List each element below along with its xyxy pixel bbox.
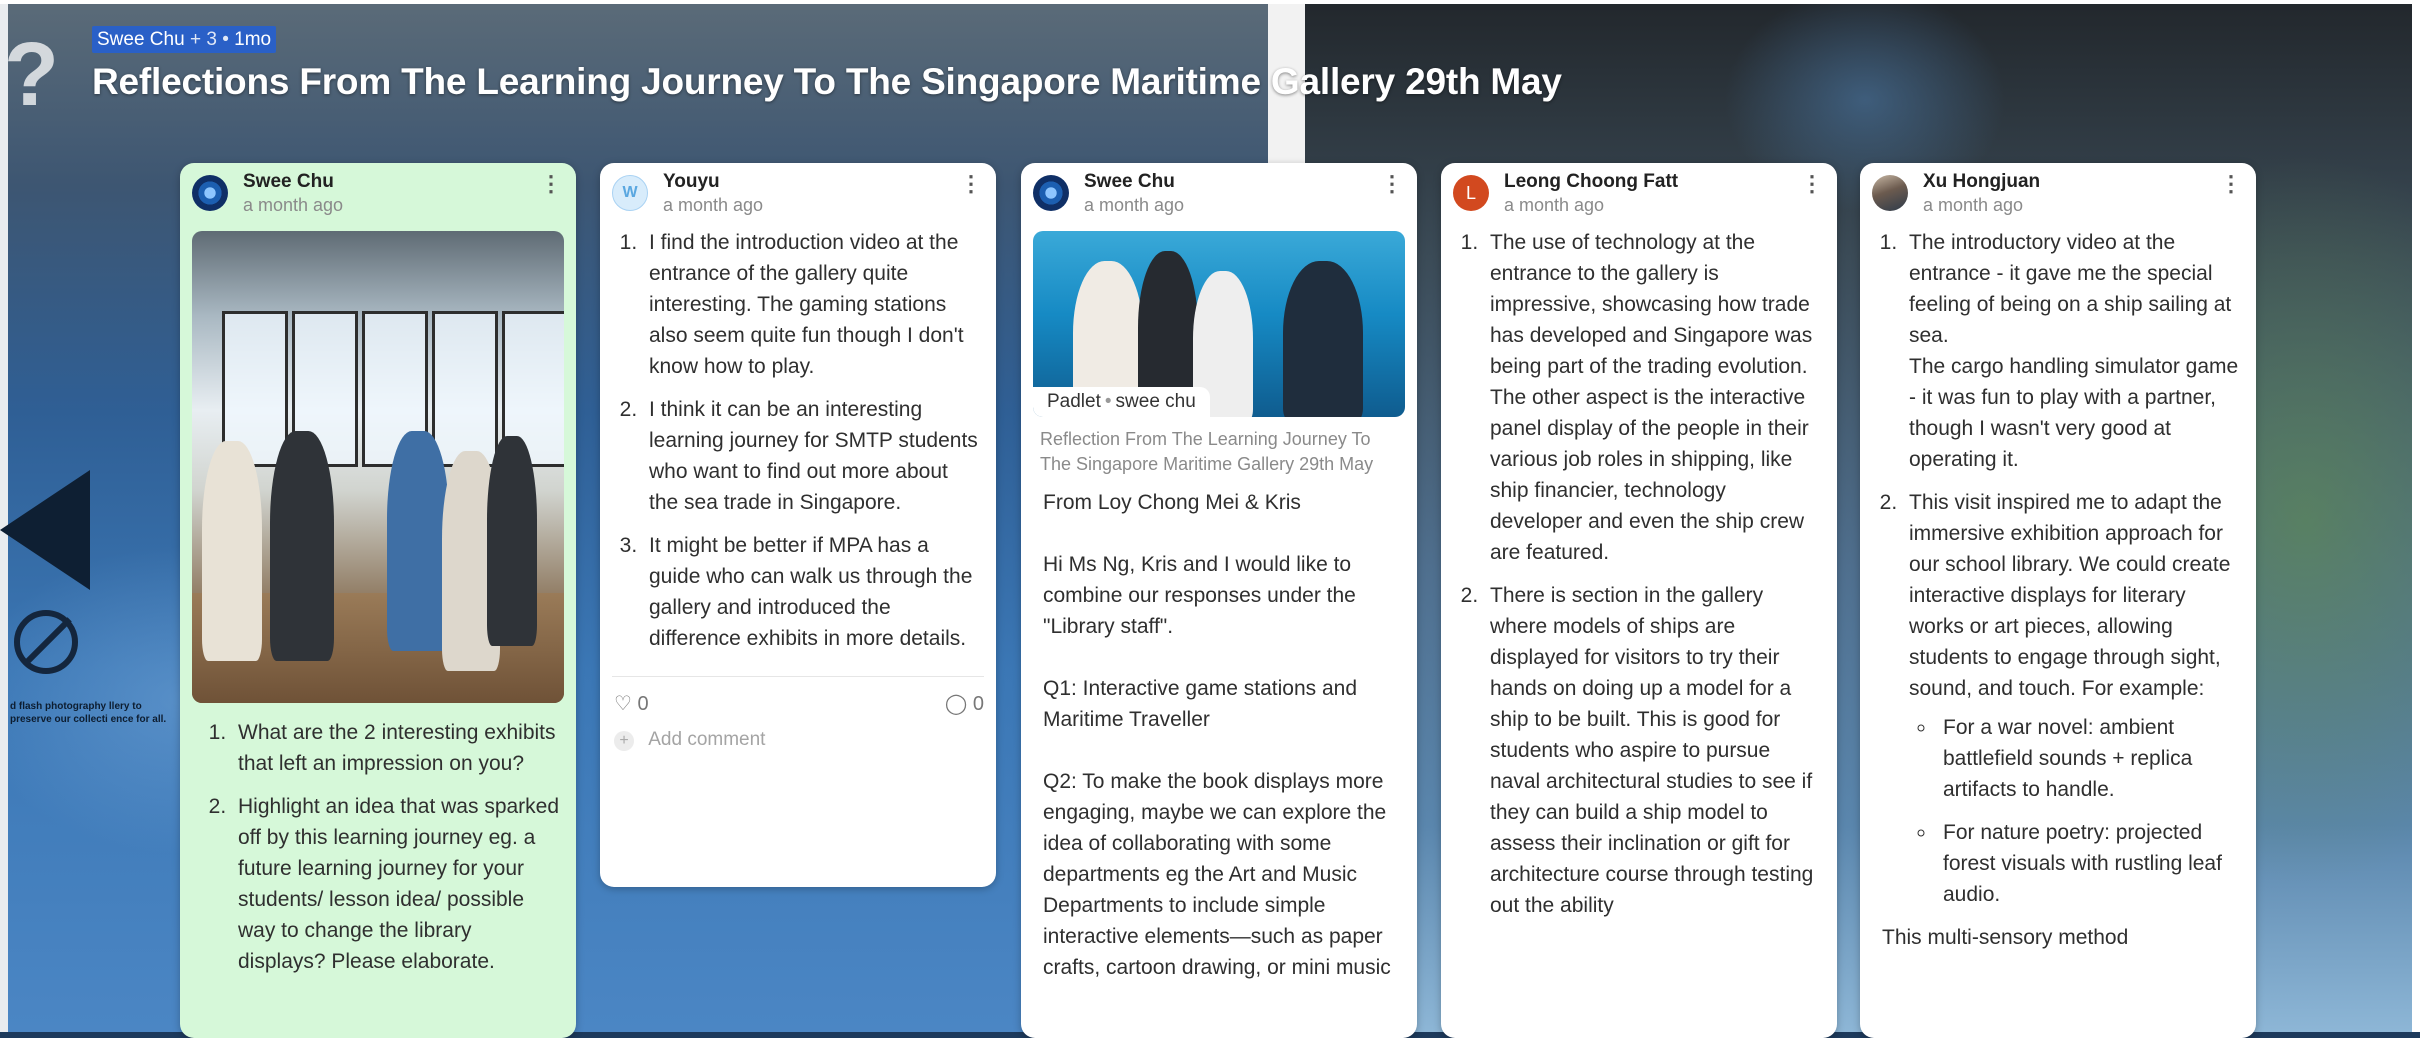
post-photo[interactable]: [192, 231, 564, 703]
list-item: I think it can be an interesting learnin…: [643, 394, 982, 518]
more-options-icon[interactable]: ⋮: [2220, 173, 2242, 195]
avatar[interactable]: L: [1453, 175, 1489, 211]
heart-icon: ♡: [614, 693, 632, 715]
list-item-line: The introductory video at the entrance -…: [1909, 231, 2232, 347]
board-contributors-count: + 3: [189, 29, 217, 50]
post-paragraph: Q1: Interactive game stations and Mariti…: [1043, 677, 1358, 731]
post-footer: ♡ 0 ◯ 0 + Add comment: [612, 676, 984, 763]
list-item: I find the introduction video at the ent…: [643, 227, 982, 382]
post-time: a month ago: [1504, 195, 1605, 215]
post-author[interactable]: Swee Chu: [243, 171, 334, 193]
post-author[interactable]: Swee Chu: [1084, 171, 1175, 193]
post-body: The use of technology at the entrance to…: [1441, 227, 1837, 921]
post-time: a month ago: [1084, 195, 1185, 215]
board-header: Swee Chu + 3 • 1mo Reflections From The …: [92, 26, 1562, 103]
post-paragraph: From Loy Chong Mei & Kris: [1043, 491, 1301, 514]
post-header: Youyu a month ago ⋮: [600, 163, 996, 223]
more-options-icon[interactable]: ⋮: [960, 173, 982, 195]
post-header: Xu Hongjuan a month ago ⋮: [1860, 163, 2256, 223]
bullet-item: For nature poetry: projected forest visu…: [1937, 817, 2242, 910]
post-paragraph: Q2: To make the book displays more engag…: [1043, 770, 1391, 979]
comment-count: 0: [972, 693, 984, 715]
plus-icon: +: [614, 731, 634, 751]
add-comment-button[interactable]: + Add comment: [614, 729, 765, 751]
post-card[interactable]: Xu Hongjuan a month ago ⋮ The introducto…: [1860, 163, 2256, 1038]
more-options-icon[interactable]: ⋮: [1801, 173, 1823, 195]
board-age: 1mo: [234, 29, 272, 50]
post-card[interactable]: Swee Chu a month ago ⋮ What are the 2 in…: [180, 163, 576, 1038]
avatar[interactable]: [1033, 175, 1069, 211]
photo-person: [387, 431, 449, 651]
list-item: There is section in the gallery where mo…: [1484, 580, 1823, 921]
photo-person: [270, 431, 334, 661]
wallpaper-right-edge: [2412, 0, 2420, 1032]
photo-window: [432, 311, 498, 467]
avatar[interactable]: [1872, 175, 1908, 211]
post-body: From Loy Chong Mei & Kris Hi Ms Ng, Kris…: [1021, 477, 1417, 983]
list-item-line: The cargo handling simulator game - it w…: [1909, 355, 2239, 471]
wallpaper-sign-text: d flash photography llery to preserve ou…: [10, 701, 167, 725]
comment-button[interactable]: ◯ 0: [945, 691, 984, 716]
list-item: The introductory video at the entrance -…: [1903, 227, 2242, 475]
post-time: a month ago: [1923, 195, 2024, 215]
post-author[interactable]: Youyu: [663, 171, 720, 193]
list-item-text: This visit inspired me to adapt the imme…: [1909, 491, 2231, 700]
board-author: Swee Chu: [97, 29, 185, 50]
post-header: Swee Chu a month ago ⋮: [180, 163, 576, 223]
post-body: The introductory video at the entrance -…: [1860, 227, 2256, 953]
attachment-preview[interactable]: Padlet • swee chu: [1033, 231, 1405, 417]
photo-person: [1283, 261, 1363, 417]
attachment-source-badge: Padlet • swee chu: [1033, 387, 1210, 417]
photo-person: [487, 436, 537, 646]
board-meta-separator: •: [222, 29, 229, 50]
bullet-item: For a war novel: ambient battlefield sou…: [1937, 712, 2242, 805]
board-meta[interactable]: Swee Chu + 3 • 1mo: [92, 26, 277, 53]
attachment-source: Padlet: [1047, 391, 1101, 412]
list-item: This visit inspired me to adapt the imme…: [1903, 487, 2242, 910]
post-card[interactable]: Swee Chu a month ago ⋮ Padlet • swee chu R…: [1021, 163, 1417, 1038]
like-count: 0: [637, 693, 649, 715]
list-item: Highlight an idea that was sparked off b…: [232, 791, 562, 977]
no-photography-icon: [14, 610, 78, 674]
post-paragraph: Hi Ms Ng, Kris and I would like to combi…: [1043, 553, 1356, 638]
more-options-icon[interactable]: ⋮: [1381, 173, 1403, 195]
post-header: L Leong Choong Fatt a month ago ⋮: [1441, 163, 1837, 223]
post-card[interactable]: Youyu a month ago ⋮ I find the introduct…: [600, 163, 996, 887]
list-item: What are the 2 interesting exhibits that…: [232, 717, 562, 779]
post-card[interactable]: L Leong Choong Fatt a month ago ⋮ The us…: [1441, 163, 1837, 1038]
post-body: What are the 2 interesting exhibits that…: [180, 703, 576, 977]
attachment-caption[interactable]: Reflection From The Learning Journey To …: [1040, 427, 1401, 477]
list-item: The use of technology at the entrance to…: [1484, 227, 1823, 568]
add-comment-label: Add comment: [648, 729, 766, 750]
post-time: a month ago: [243, 195, 344, 215]
wallpaper-top-edge: [0, 0, 2420, 4]
post-time: a month ago: [663, 195, 764, 215]
board-title: Reflections From The Learning Journey To…: [92, 61, 1562, 102]
post-header: Swee Chu a month ago ⋮: [1021, 163, 1417, 223]
avatar[interactable]: [192, 175, 228, 211]
wallpaper-arrow-sign: [0, 470, 90, 590]
like-button[interactable]: ♡ 0: [614, 691, 649, 716]
comment-icon: ◯: [944, 693, 968, 715]
photo-person: [202, 441, 262, 661]
post-body: I find the introduction video at the ent…: [600, 227, 996, 654]
post-author[interactable]: Xu Hongjuan: [1923, 171, 2040, 193]
attachment-dot: •: [1104, 391, 1112, 412]
more-options-icon[interactable]: ⋮: [540, 173, 562, 195]
post-paragraph: This multi-sensory method: [1882, 926, 2129, 949]
board-icon-glyph: ?: [4, 25, 59, 125]
avatar[interactable]: [612, 175, 648, 211]
list-item: It might be better if MPA has a guide wh…: [643, 530, 982, 654]
post-author[interactable]: Leong Choong Fatt: [1504, 171, 1678, 193]
attachment-owner: swee chu: [1115, 391, 1196, 412]
